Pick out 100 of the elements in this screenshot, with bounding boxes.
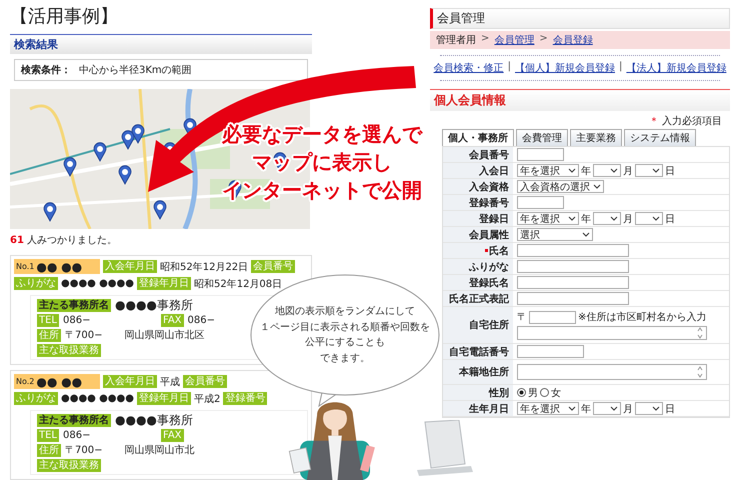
input-field[interactable] (517, 292, 629, 305)
input-field[interactable] (517, 244, 629, 257)
member-number: No.1 (16, 262, 34, 271)
field-label: 登録日 (479, 212, 509, 226)
input-field[interactable] (517, 260, 629, 273)
field-label: 登録氏名 (469, 276, 509, 290)
office-tag: 主たる事務所名 (37, 414, 111, 426)
field-value: ●●●● ●●●● (61, 278, 134, 289)
office-name: ●●●●事務所 (115, 296, 193, 314)
year-dropdown[interactable]: 年を選択 (517, 164, 579, 177)
field-tag: 入会年月日 (103, 375, 157, 388)
input-field[interactable] (517, 148, 564, 161)
day-dropdown[interactable] (635, 212, 663, 225)
breadcrumb-link[interactable]: 会員登録 (552, 33, 593, 47)
tab[interactable]: システム情報 (624, 129, 696, 146)
radio-button[interactable] (517, 388, 526, 397)
input-field[interactable] (517, 196, 564, 209)
breadcrumb-separator: > (481, 33, 490, 46)
field-label: 会員属性 (469, 228, 509, 242)
field-value: 昭和52年12月22日 (160, 260, 248, 274)
field-label: 会員番号 (469, 148, 509, 162)
postal-mark: 〒 (517, 311, 527, 324)
caret-icon (610, 216, 618, 221)
unit-label: 年 (581, 402, 591, 416)
address-textarea[interactable] (517, 326, 707, 340)
field-label: 性別 (489, 386, 509, 400)
year-dropdown[interactable]: 年を選択 (517, 402, 579, 415)
field-tag: 登録年月日 (136, 277, 191, 290)
member-name: ●● ●● (36, 374, 82, 388)
field-label: 自宅電話番号 (449, 345, 509, 358)
unit-label: 日 (665, 164, 675, 178)
result-count: 61 人みつかりました。 (10, 234, 118, 247)
office-name: ●●●●事務所 (115, 412, 193, 428)
radio-label: 女 (551, 386, 561, 400)
unit-label: 月 (623, 164, 633, 178)
address-value: 岡山県岡山市北 (124, 444, 194, 457)
laptop-drawing (417, 420, 473, 476)
field-label: 自宅住所 (469, 318, 509, 332)
textarea-field[interactable] (517, 364, 707, 380)
unit-label: 日 (665, 212, 675, 226)
year-dropdown[interactable]: 年を選択 (517, 212, 579, 225)
field-value: 平成2 (194, 392, 220, 406)
caret-icon (568, 168, 576, 173)
office-tag: 主たる事務所名 (37, 298, 111, 312)
tel-value: 086− (63, 430, 90, 440)
tab[interactable]: 主要業務 (570, 129, 622, 146)
day-dropdown[interactable] (635, 402, 663, 415)
radio-label: 男 (528, 386, 538, 400)
field-value: ●●●● ●●●● (61, 393, 134, 404)
input-field[interactable] (517, 345, 584, 358)
field-tag: 会員番号 (183, 375, 227, 388)
postal-code-field[interactable] (529, 310, 576, 324)
nav-link[interactable]: 【個人】新規会員登録 (515, 61, 615, 75)
day-dropdown[interactable] (635, 164, 663, 177)
unit-label: 日 (665, 402, 675, 416)
address-value: 岡山県岡山市北区 (124, 328, 204, 342)
field-label: ふりがな (469, 260, 509, 274)
caret-icon (610, 168, 618, 173)
condition-value: 中心から半径3Kmの範囲 (79, 64, 192, 77)
nav-link[interactable]: 会員検索・修正 (434, 61, 504, 75)
caret-icon (568, 216, 576, 221)
tab[interactable]: 個人・事務所 (442, 129, 514, 146)
breadcrumb-separator: > (539, 33, 548, 46)
required-mark: ＊ (648, 116, 659, 127)
caret-icon (593, 184, 601, 189)
tel-tag: TEL (37, 314, 59, 326)
breadcrumb-link[interactable]: 会員管理 (494, 33, 534, 47)
page-title: 【活用事例】 (10, 5, 119, 28)
dropdown[interactable]: 選択 (517, 228, 593, 241)
tel-tag: TEL (37, 428, 59, 442)
field-label: 本籍地住所 (459, 366, 509, 379)
month-dropdown[interactable] (593, 402, 621, 415)
caret-icon (582, 232, 590, 237)
tab[interactable]: 会費管理 (516, 129, 568, 146)
field-value: 昭和52年12月08日 (194, 278, 282, 290)
business-tag: 主な取扱業務 (37, 344, 101, 356)
caret-icon (652, 216, 660, 221)
dropdown[interactable]: 入会資格の選択 (517, 180, 604, 193)
member-name: ●● ●● (36, 260, 82, 274)
field-tag: 入会年月日 (103, 260, 157, 273)
tel-value: 086− (63, 314, 90, 326)
field-tag: 登録年月日 (136, 392, 191, 405)
input-field[interactable] (517, 276, 629, 289)
field-value: 平成 (160, 376, 180, 388)
month-dropdown[interactable] (593, 164, 621, 177)
condition-label: 検索条件： (21, 64, 71, 77)
month-dropdown[interactable] (593, 212, 621, 225)
member-number: No.2 (16, 377, 34, 386)
field-label: 入会日 (479, 164, 509, 178)
section-title: 個人会員情報 (430, 89, 730, 111)
caret-icon (610, 406, 618, 411)
postal-code: 〒700− (65, 444, 102, 457)
unit-label: 年 (581, 212, 591, 226)
business-tag: 主な取扱業務 (37, 458, 101, 472)
unit-label: 年 (581, 164, 591, 178)
postal-code: 〒700− (65, 329, 102, 342)
panel-title: 会員管理 (430, 8, 730, 29)
nav-link[interactable]: 【法人】新規会員登録 (626, 61, 726, 75)
radio-button[interactable] (540, 388, 549, 397)
field-label: 氏名 (485, 244, 509, 258)
